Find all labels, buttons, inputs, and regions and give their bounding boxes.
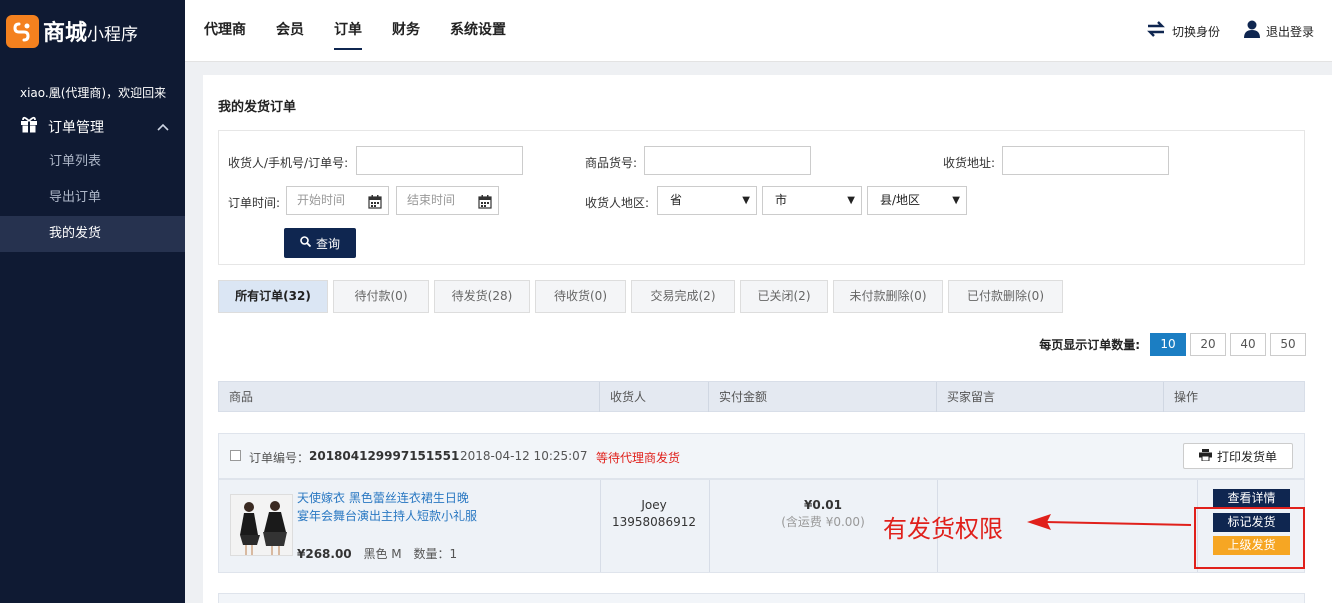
product-qty: 数量：1 [413, 547, 458, 561]
tab-pending-payment[interactable]: 待付款(0) [333, 280, 429, 313]
nav-item-orders[interactable]: 订单 [334, 0, 362, 62]
caret-down-icon: ▼ [952, 195, 960, 206]
page-title: 我的发货订单 [218, 100, 297, 115]
order-checkbox[interactable] [230, 450, 241, 461]
annotation-text: 有发货权限 [883, 515, 1003, 543]
calendar-icon[interactable] [368, 192, 382, 219]
top-bar: 商城小程序 代理商 会员 订单 财务 系统设置 切换身份 退出登录 [0, 0, 1332, 62]
logout-button[interactable]: 退出登录 [1243, 20, 1314, 43]
print-label: 打印发货单 [1216, 449, 1277, 464]
caret-down-icon: ▼ [847, 195, 855, 206]
tab-completed[interactable]: 交易完成(2) [631, 280, 735, 313]
tab-pending-shipment[interactable]: 待发货(28) [434, 280, 530, 313]
switch-identity-label: 切换身份 [1171, 24, 1220, 39]
table-header: 商品 收货人 实付金额 买家留言 操作 [218, 381, 1305, 412]
city-select[interactable]: 市 ▼ [762, 186, 862, 215]
sidebar: xiao.凰(代理商)，欢迎回来 订单管理 订单列表 导出订单 我的发货 [0, 62, 185, 603]
sku-input[interactable] [644, 146, 811, 175]
product-thumbnail[interactable] [230, 494, 293, 556]
page-size-50[interactable]: 50 [1270, 333, 1306, 356]
page-size-40[interactable]: 40 [1230, 333, 1266, 356]
swap-arrows-icon [1146, 20, 1166, 42]
address-label: 收货地址: [943, 156, 996, 170]
main-nav: 代理商 会员 订单 财务 系统设置 [204, 0, 536, 62]
start-date-placeholder: 开始时间 [297, 193, 346, 207]
col-product: 商品 [219, 382, 600, 412]
page-size-10[interactable]: 10 [1150, 333, 1186, 356]
province-select[interactable]: 省 ▼ [657, 186, 757, 215]
district-select[interactable]: 县/地区 ▼ [867, 186, 967, 215]
receiver-name: Joey [641, 498, 667, 512]
province-value: 省 [670, 193, 683, 207]
next-order-row [218, 593, 1305, 603]
chevron-up-icon [157, 120, 169, 134]
product-name-link[interactable]: 天使嫁衣 黑色蕾丝连衣裙生日晚宴年会舞台演出主持人短款小礼服 [297, 489, 477, 525]
sidebar-group-order-management[interactable]: 订单管理 [0, 110, 185, 144]
welcome-text: xiao.凰(代理商)，欢迎回来 [20, 86, 167, 100]
print-shipping-slip-button[interactable]: 打印发货单 [1183, 443, 1293, 469]
address-input[interactable] [1002, 146, 1169, 175]
view-details-button[interactable]: 查看详情 [1213, 489, 1290, 508]
logo[interactable]: 商城小程序 [0, 0, 185, 62]
region-label: 收货人地区: [585, 196, 650, 210]
order-no-label: 订单编号： [249, 451, 310, 465]
col-buyer-message: 买家留言 [937, 382, 1164, 412]
sidebar-item-my-shipments[interactable]: 我的发货 [0, 216, 185, 252]
col-receiver: 收货人 [600, 382, 709, 412]
query-button[interactable]: 查询 [284, 228, 356, 258]
order-header-row: 订单编号： 201804129997151551 2018-04-12 10:2… [218, 433, 1305, 479]
tab-all-orders[interactable]: 所有订单(32) [218, 280, 328, 313]
page-size-selector: 每页显示订单数量: 10 20 40 50 [1039, 333, 1306, 356]
sidebar-group-label: 订单管理 [48, 120, 104, 136]
receiver-info: Joey 13958086912 [601, 497, 707, 531]
logo-mark-icon [6, 14, 39, 48]
nav-item-finance[interactable]: 财务 [392, 0, 420, 62]
brand-title: 商城小程序 [43, 21, 139, 46]
nav-item-members[interactable]: 会员 [276, 0, 304, 62]
city-value: 市 [775, 193, 788, 207]
page-size-label: 每页显示订单数量: [1039, 338, 1140, 352]
product-spec: 黑色 M [363, 547, 402, 561]
tab-pending-receipt[interactable]: 待收货(0) [535, 280, 626, 313]
printer-icon [1198, 448, 1212, 464]
tab-unpaid-deleted[interactable]: 未付款删除(0) [833, 280, 943, 313]
order-status-tabs: 所有订单(32) 待付款(0) 待发货(28) 待收货(0) 交易完成(2) 已… [218, 280, 1068, 313]
order-number: 201804129997151551 [309, 449, 460, 463]
order-time: 2018-04-12 10:25:07 [460, 449, 588, 463]
sidebar-item-export-orders[interactable]: 导出订单 [0, 180, 185, 216]
nav-item-settings[interactable]: 系统设置 [450, 0, 506, 62]
tab-paid-deleted[interactable]: 已付款删除(0) [948, 280, 1063, 313]
nav-item-agents[interactable]: 代理商 [204, 0, 246, 62]
order-status: 等待代理商发货 [596, 451, 681, 465]
gift-icon [20, 116, 38, 138]
caret-down-icon: ▼ [742, 195, 750, 206]
receiver-input[interactable] [356, 146, 523, 175]
end-date-placeholder: 结束时间 [407, 193, 456, 207]
col-amount: 实付金额 [709, 382, 937, 412]
tab-closed[interactable]: 已关闭(2) [740, 280, 828, 313]
page-size-20[interactable]: 20 [1190, 333, 1226, 356]
highlight-box [1194, 507, 1305, 569]
logout-label: 退出登录 [1265, 24, 1314, 39]
product-price: ¥268.00 [297, 547, 352, 561]
receiver-label: 收货人/手机号/订单号: [228, 156, 349, 170]
receiver-phone: 13958086912 [612, 515, 696, 529]
col-actions: 操作 [1174, 390, 1199, 404]
sku-label: 商品货号: [585, 156, 638, 170]
district-value: 县/地区 [880, 193, 921, 207]
top-right-actions: 切换身份 退出登录 [1122, 0, 1314, 62]
filter-panel: 收货人/手机号/订单号: 商品货号: 收货地址: 订单时间: 开始时间 结束时间… [218, 130, 1305, 265]
end-date-input[interactable]: 结束时间 [396, 186, 499, 215]
switch-identity-button[interactable]: 切换身份 [1146, 20, 1220, 42]
start-date-input[interactable]: 开始时间 [286, 186, 389, 215]
query-label: 查询 [315, 236, 340, 251]
sidebar-item-order-list[interactable]: 订单列表 [0, 144, 185, 180]
product-meta: ¥268.00 黑色 M 数量：1 [297, 545, 457, 562]
calendar-icon[interactable] [478, 192, 492, 219]
search-icon [300, 236, 312, 250]
user-icon [1243, 20, 1260, 43]
annotation-arrow-icon [1027, 514, 1192, 530]
main-panel: 我的发货订单 收货人/手机号/订单号: 商品货号: 收货地址: 订单时间: 开始… [203, 75, 1332, 603]
order-time-label: 订单时间: [228, 196, 281, 210]
